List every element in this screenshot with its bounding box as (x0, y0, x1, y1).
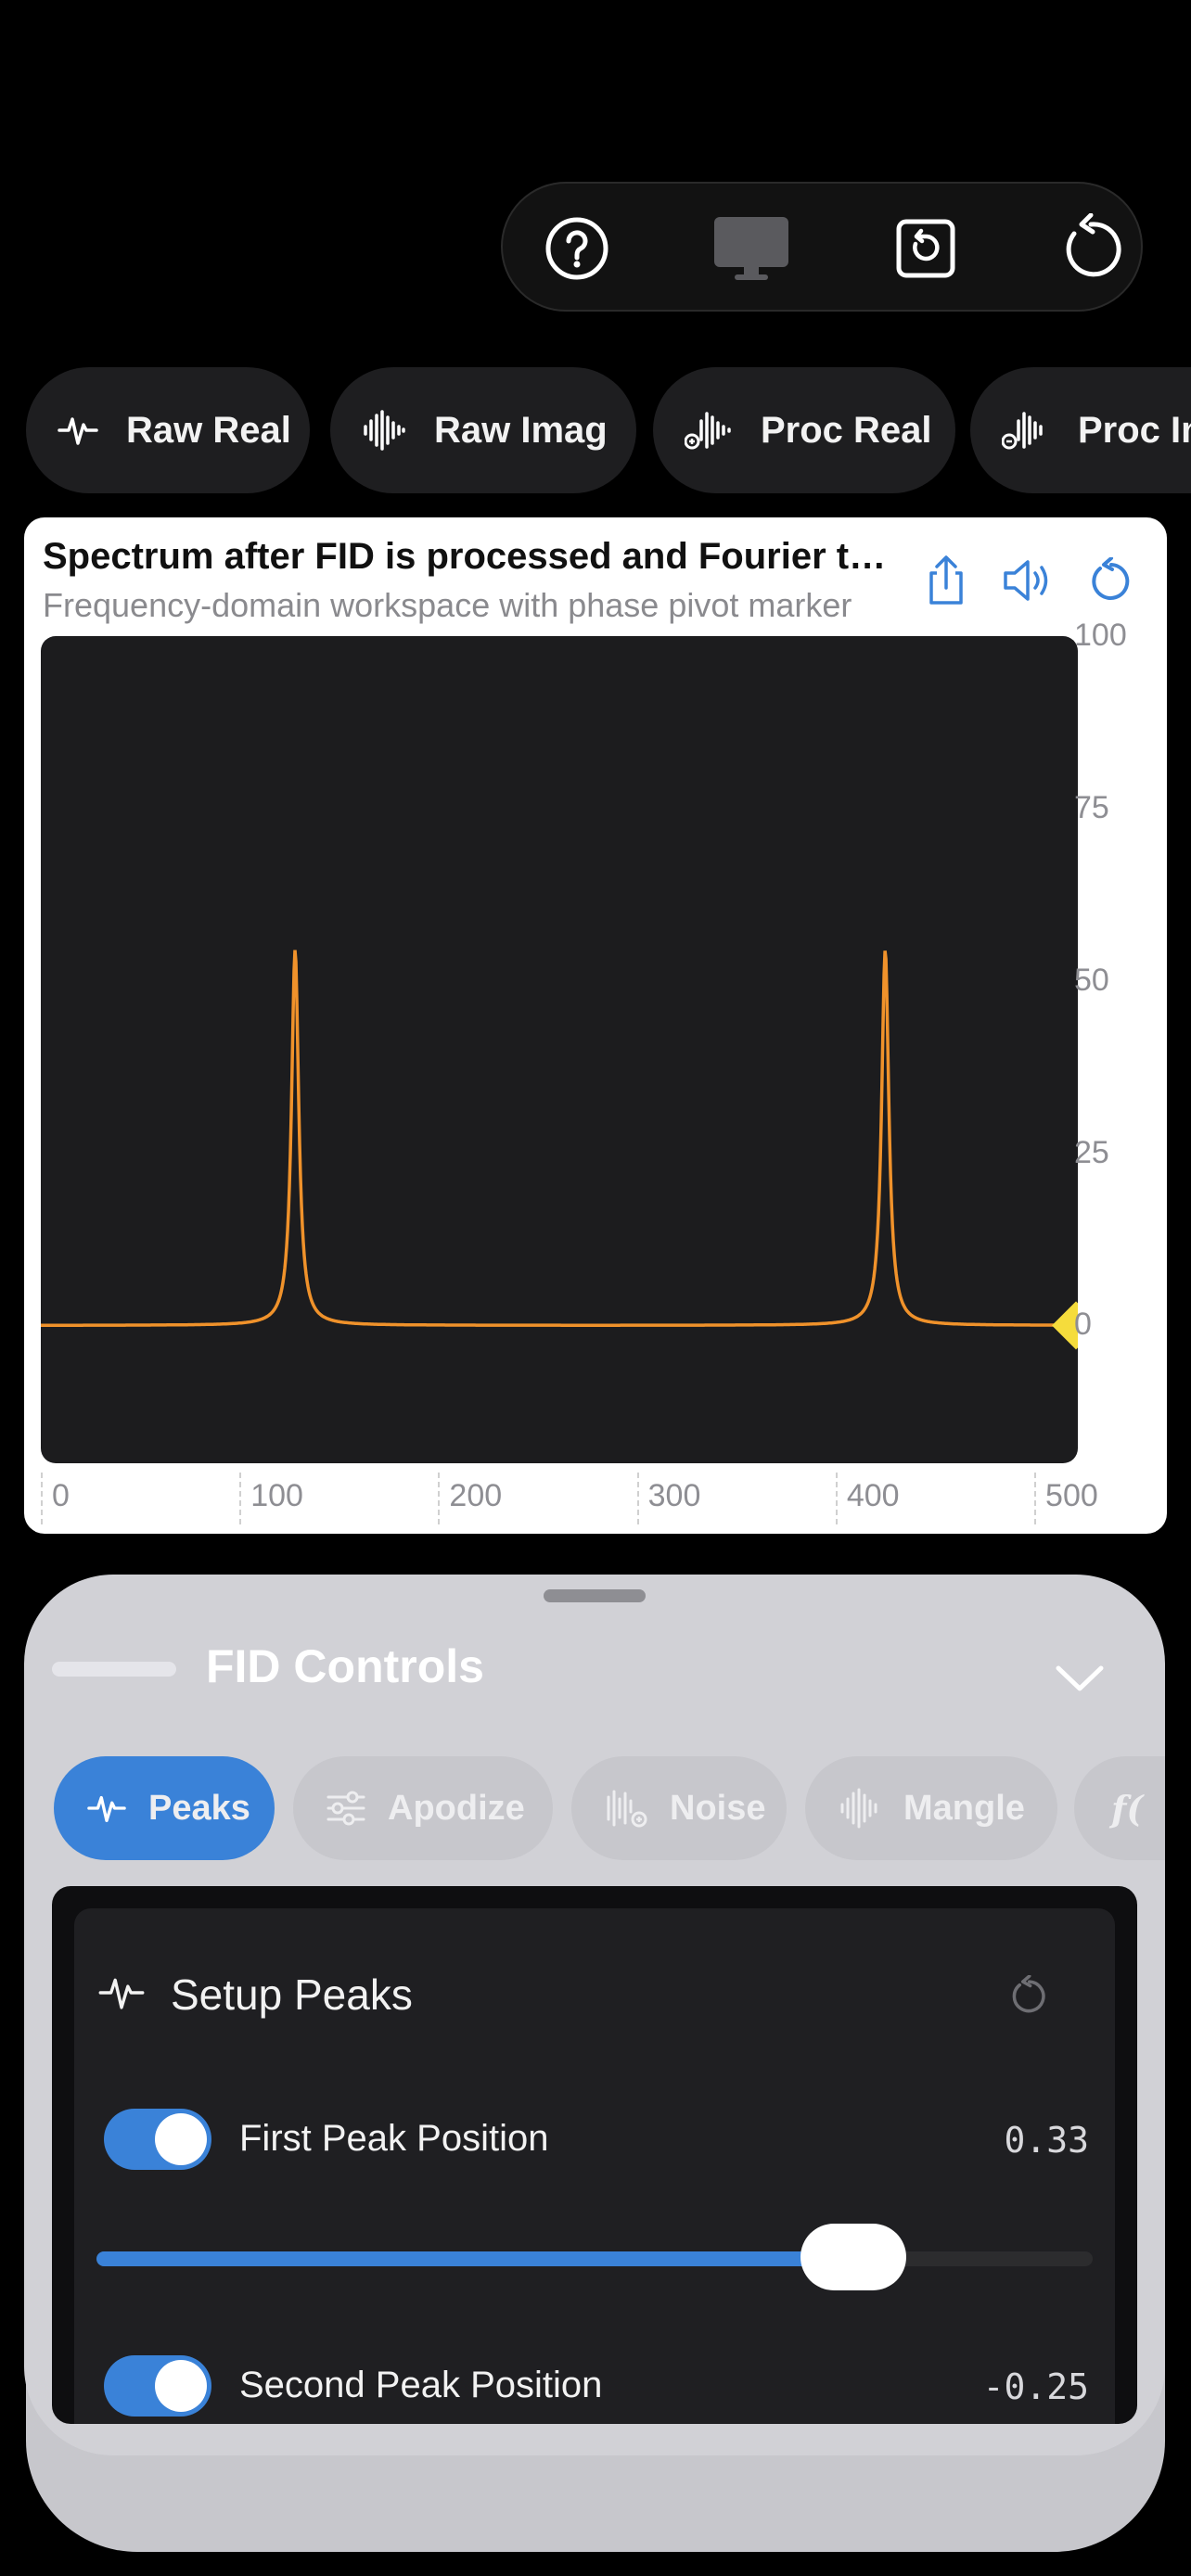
x-tick-label: 200 (449, 1478, 503, 1513)
reset-icon (1012, 1975, 1045, 2013)
panel-title: Setup Peaks (171, 1970, 413, 2019)
waveform-icon (58, 417, 98, 445)
x-tick-label: 100 (250, 1478, 303, 1513)
y-tick-label: 0 (1074, 1307, 1092, 1343)
x-tick-line (1034, 1473, 1037, 1524)
mode-raw-real[interactable]: Raw Real (26, 367, 310, 493)
first-peak-toggle[interactable] (104, 2109, 211, 2170)
tab-apodize[interactable]: Apodize (293, 1756, 553, 1860)
x-tick-label: 400 (846, 1478, 900, 1513)
spectrum-plot[interactable] (41, 636, 1078, 1463)
x-tick-line (835, 1473, 838, 1524)
tab-label: Noise (670, 1788, 766, 1828)
y-tick-label: 100 (1074, 618, 1127, 653)
mode-label: Raw Real (126, 409, 291, 451)
y-tick-label: 50 (1074, 962, 1109, 998)
panel-reset-button[interactable] (1002, 1970, 1054, 2021)
tab-noise[interactable]: Noise (571, 1756, 787, 1860)
fid-controls-sheet: FID Controls Peaks Apodize Noise Mangle … (24, 1575, 1165, 2455)
tab-mangle[interactable]: Mangle (805, 1756, 1057, 1860)
second-peak-label: Second Peak Position (239, 2365, 603, 2405)
spectrum-card: Spectrum after FID is processed and Four… (24, 517, 1167, 1534)
y-tick-label: 75 (1074, 789, 1109, 825)
x-tick-label: 500 (1045, 1478, 1098, 1513)
tab-peaks[interactable]: Peaks (54, 1756, 275, 1860)
mode-proc-real[interactable]: Proc Real (653, 367, 955, 493)
waveform-plus-icon (685, 412, 731, 450)
first-peak-value: 0.33 (1004, 2120, 1089, 2161)
share-icon (929, 555, 963, 605)
chart-subtitle: Frequency-domain workspace with phase pi… (43, 586, 852, 624)
waveform-burst-icon (364, 410, 405, 451)
peaks-panel: Setup Peaks First Peak Position 0.33 Sec… (52, 1886, 1137, 2424)
tab-function[interactable]: f( (1074, 1756, 1165, 1860)
function-icon: f( (1111, 1787, 1144, 1830)
mode-raw-imag[interactable]: Raw Imag (330, 367, 636, 493)
undo-icon (1066, 213, 1121, 277)
chevron-down-icon (1056, 1665, 1104, 1691)
waveform-icon (87, 1795, 126, 1823)
help-button[interactable] (536, 208, 618, 289)
x-tick-line (438, 1473, 441, 1524)
noise-icon (607, 1790, 647, 1828)
waveform-icon (98, 1978, 145, 2009)
display-icon (714, 217, 788, 280)
second-peak-value: -0.25 (982, 2366, 1089, 2407)
chart-reset-button[interactable] (1080, 551, 1139, 610)
control-tabs: Peaks Apodize Noise Mangle f( (54, 1756, 1165, 1860)
x-tick-line (239, 1473, 242, 1524)
mode-label: Proc Imag (1078, 409, 1191, 451)
tab-label: Apodize (388, 1788, 525, 1828)
x-tick-label: 300 (647, 1478, 701, 1513)
sliders-icon (327, 1791, 365, 1826)
toggle-knob (155, 2113, 207, 2165)
help-icon (545, 217, 608, 280)
mode-proc-imag[interactable]: Proc Imag (970, 367, 1191, 493)
collapse-sheet-button[interactable] (1050, 1649, 1109, 1708)
top-toolbar (501, 182, 1143, 312)
share-button[interactable] (916, 551, 976, 610)
speaker-icon (1004, 560, 1048, 601)
rotate-screen-icon (896, 219, 955, 278)
mode-label: Proc Real (761, 409, 932, 451)
chart-title: Spectrum after FID is processed and Four… (43, 536, 896, 577)
toggle-knob (155, 2360, 207, 2412)
sheet-grabber[interactable] (544, 1589, 646, 1602)
setup-peaks-group: Setup Peaks First Peak Position 0.33 Sec… (74, 1908, 1115, 2424)
first-peak-label: First Peak Position (239, 2118, 549, 2159)
tab-label: Peaks (148, 1788, 250, 1828)
x-tick-line (41, 1473, 43, 1524)
undo-button[interactable] (1048, 208, 1130, 289)
sheet-handle-pill (52, 1662, 176, 1677)
spectrum-plot-svg (41, 950, 1078, 1350)
tab-label: Mangle (903, 1788, 1025, 1828)
mode-selector: Raw Real Raw Imag Proc Real Proc I (26, 367, 1191, 493)
y-tick-label: 25 (1074, 1134, 1109, 1170)
mode-label: Raw Imag (434, 409, 608, 451)
mangle-icon (840, 1788, 877, 1829)
spectrum-trace (41, 950, 1078, 1327)
x-tick-label: 0 (52, 1478, 70, 1513)
second-peak-toggle[interactable] (104, 2355, 211, 2417)
first-peak-slider[interactable] (96, 2224, 1093, 2290)
slider-thumb[interactable] (800, 2224, 907, 2290)
reset-icon (1092, 557, 1130, 600)
x-tick-line (636, 1473, 639, 1524)
display-button[interactable] (711, 208, 792, 289)
rotate-screen-button[interactable] (885, 208, 967, 289)
waveform-minus-icon (1002, 412, 1043, 450)
sound-button[interactable] (998, 551, 1057, 610)
sheet-title: FID Controls (206, 1640, 484, 1692)
slider-fill (96, 2251, 854, 2266)
